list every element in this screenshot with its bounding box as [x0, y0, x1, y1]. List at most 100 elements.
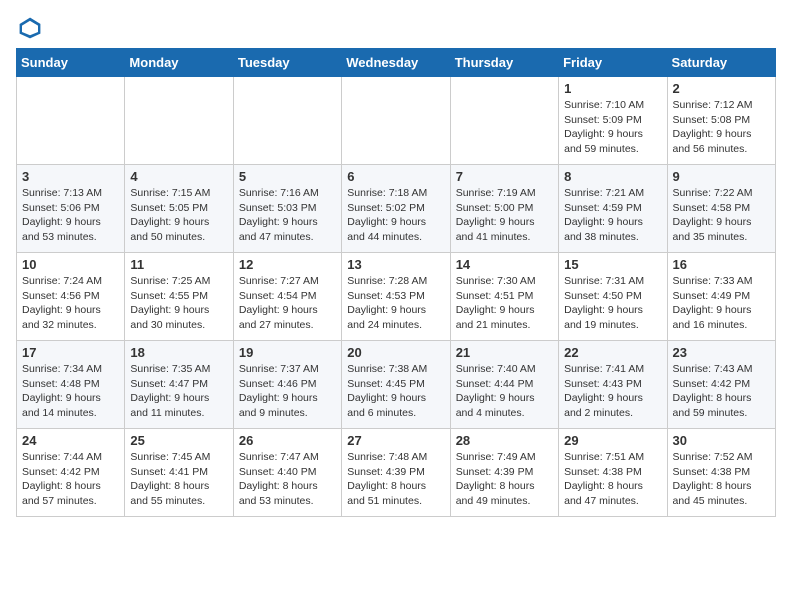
calendar-cell: 28Sunrise: 7:49 AM Sunset: 4:39 PM Dayli… [450, 429, 558, 517]
calendar-week-row: 1 Sunrise: 7:10 AM Sunset: 5:09 PM Daylig… [17, 77, 776, 165]
day-number: 10 [22, 257, 119, 272]
day-number: 25 [130, 433, 227, 448]
calendar-cell: 16 Sunrise: 7:33 AM Sunset: 4:49 PM Dayli… [667, 253, 775, 341]
day-info: Sunrise: 7:30 AM Sunset: 4:51 PM Dayligh… [456, 274, 553, 333]
calendar-week-row: 17 Sunrise: 7:34 AM Sunset: 4:48 PM Dayli… [17, 341, 776, 429]
day-info: Sunrise: 7:44 AM Sunset: 4:42 PM Dayligh… [22, 450, 119, 509]
calendar-cell: 4 Sunrise: 7:15 AM Sunset: 5:05 PM Daylig… [125, 165, 233, 253]
day-number: 26 [239, 433, 336, 448]
day-info: Sunrise: 7:33 AM Sunset: 4:49 PM Dayligh… [673, 274, 770, 333]
day-info: Sunrise: 7:12 AM Sunset: 5:08 PM Dayligh… [673, 98, 770, 157]
calendar-cell: 7Sunrise: 7:19 AM Sunset: 5:00 PM Daylig… [450, 165, 558, 253]
day-info: Sunrise: 7:52 AM Sunset: 4:38 PM Dayligh… [673, 450, 770, 509]
day-number: 23 [673, 345, 770, 360]
calendar-cell: 14 Sunrise: 7:30 AM Sunset: 4:51 PM Dayli… [450, 253, 558, 341]
day-number: 8 [564, 169, 661, 184]
calendar-week-row: 24 Sunrise: 7:44 AM Sunset: 4:42 PM Dayli… [17, 429, 776, 517]
calendar-cell [125, 77, 233, 165]
calendar-cell: 23 Sunrise: 7:43 AM Sunset: 4:42 PM Dayli… [667, 341, 775, 429]
calendar-week-row: 10 Sunrise: 7:24 AM Sunset: 4:56 PM Dayli… [17, 253, 776, 341]
calendar-cell: 21 Sunrise: 7:40 AM Sunset: 4:44 PM Dayli… [450, 341, 558, 429]
day-number: 2 [673, 81, 770, 96]
weekday-header-friday: Friday [559, 49, 667, 77]
calendar-cell: 30 Sunrise: 7:52 AM Sunset: 4:38 PM Dayli… [667, 429, 775, 517]
day-number: 22 [564, 345, 661, 360]
calendar-cell: 17 Sunrise: 7:34 AM Sunset: 4:48 PM Dayli… [17, 341, 125, 429]
calendar-cell [450, 77, 558, 165]
day-number: 30 [673, 433, 770, 448]
calendar-cell: 2 Sunrise: 7:12 AM Sunset: 5:08 PM Daylig… [667, 77, 775, 165]
day-info: Sunrise: 7:19 AM Sunset: 5:00 PM Dayligh… [456, 186, 553, 245]
calendar-cell [342, 77, 450, 165]
calendar-cell: 1 Sunrise: 7:10 AM Sunset: 5:09 PM Daylig… [559, 77, 667, 165]
day-number: 29 [564, 433, 661, 448]
day-info: Sunrise: 7:16 AM Sunset: 5:03 PM Dayligh… [239, 186, 336, 245]
day-info: Sunrise: 7:10 AM Sunset: 5:09 PM Dayligh… [564, 98, 661, 157]
day-number: 20 [347, 345, 444, 360]
weekday-header-saturday: Saturday [667, 49, 775, 77]
calendar-cell: 3Sunrise: 7:13 AM Sunset: 5:06 PM Daylig… [17, 165, 125, 253]
calendar-cell: 19 Sunrise: 7:37 AM Sunset: 4:46 PM Dayli… [233, 341, 341, 429]
day-number: 13 [347, 257, 444, 272]
weekday-header-thursday: Thursday [450, 49, 558, 77]
day-number: 21 [456, 345, 553, 360]
calendar-cell: 22 Sunrise: 7:41 AM Sunset: 4:43 PM Dayli… [559, 341, 667, 429]
calendar-cell: 10 Sunrise: 7:24 AM Sunset: 4:56 PM Dayli… [17, 253, 125, 341]
day-number: 24 [22, 433, 119, 448]
weekday-header-wednesday: Wednesday [342, 49, 450, 77]
calendar-cell: 27 Sunrise: 7:48 AM Sunset: 4:39 PM Dayli… [342, 429, 450, 517]
calendar-cell: 15 Sunrise: 7:31 AM Sunset: 4:50 PM Dayli… [559, 253, 667, 341]
day-info: Sunrise: 7:25 AM Sunset: 4:55 PM Dayligh… [130, 274, 227, 333]
day-number: 28 [456, 433, 553, 448]
day-info: Sunrise: 7:21 AM Sunset: 4:59 PM Dayligh… [564, 186, 661, 245]
calendar-week-row: 3Sunrise: 7:13 AM Sunset: 5:06 PM Daylig… [17, 165, 776, 253]
weekday-header-sunday: Sunday [17, 49, 125, 77]
day-info: Sunrise: 7:31 AM Sunset: 4:50 PM Dayligh… [564, 274, 661, 333]
calendar-table: SundayMondayTuesdayWednesdayThursdayFrid… [16, 48, 776, 517]
calendar-cell: 6 Sunrise: 7:18 AM Sunset: 5:02 PM Daylig… [342, 165, 450, 253]
day-info: Sunrise: 7:47 AM Sunset: 4:40 PM Dayligh… [239, 450, 336, 509]
day-number: 19 [239, 345, 336, 360]
day-number: 16 [673, 257, 770, 272]
calendar-cell: 5Sunrise: 7:16 AM Sunset: 5:03 PM Daylig… [233, 165, 341, 253]
day-info: Sunrise: 7:41 AM Sunset: 4:43 PM Dayligh… [564, 362, 661, 421]
day-number: 6 [347, 169, 444, 184]
day-number: 3 [22, 169, 119, 184]
day-number: 9 [673, 169, 770, 184]
day-info: Sunrise: 7:38 AM Sunset: 4:45 PM Dayligh… [347, 362, 444, 421]
day-info: Sunrise: 7:15 AM Sunset: 5:05 PM Dayligh… [130, 186, 227, 245]
day-number: 14 [456, 257, 553, 272]
logo [16, 16, 46, 40]
day-number: 27 [347, 433, 444, 448]
day-number: 4 [130, 169, 227, 184]
day-info: Sunrise: 7:24 AM Sunset: 4:56 PM Dayligh… [22, 274, 119, 333]
logo-icon [18, 16, 42, 40]
day-number: 15 [564, 257, 661, 272]
day-number: 12 [239, 257, 336, 272]
day-number: 11 [130, 257, 227, 272]
day-number: 1 [564, 81, 661, 96]
day-info: Sunrise: 7:48 AM Sunset: 4:39 PM Dayligh… [347, 450, 444, 509]
day-info: Sunrise: 7:51 AM Sunset: 4:38 PM Dayligh… [564, 450, 661, 509]
calendar-cell [233, 77, 341, 165]
page-header [16, 16, 776, 40]
day-info: Sunrise: 7:27 AM Sunset: 4:54 PM Dayligh… [239, 274, 336, 333]
calendar-cell: 18Sunrise: 7:35 AM Sunset: 4:47 PM Dayli… [125, 341, 233, 429]
calendar-cell: 25 Sunrise: 7:45 AM Sunset: 4:41 PM Dayli… [125, 429, 233, 517]
calendar-cell: 12 Sunrise: 7:27 AM Sunset: 4:54 PM Dayli… [233, 253, 341, 341]
day-info: Sunrise: 7:28 AM Sunset: 4:53 PM Dayligh… [347, 274, 444, 333]
calendar-cell: 11 Sunrise: 7:25 AM Sunset: 4:55 PM Dayli… [125, 253, 233, 341]
day-info: Sunrise: 7:22 AM Sunset: 4:58 PM Dayligh… [673, 186, 770, 245]
calendar-cell: 13 Sunrise: 7:28 AM Sunset: 4:53 PM Dayli… [342, 253, 450, 341]
day-info: Sunrise: 7:18 AM Sunset: 5:02 PM Dayligh… [347, 186, 444, 245]
day-info: Sunrise: 7:40 AM Sunset: 4:44 PM Dayligh… [456, 362, 553, 421]
day-number: 17 [22, 345, 119, 360]
weekday-header-tuesday: Tuesday [233, 49, 341, 77]
calendar-cell: 24 Sunrise: 7:44 AM Sunset: 4:42 PM Dayli… [17, 429, 125, 517]
day-info: Sunrise: 7:34 AM Sunset: 4:48 PM Dayligh… [22, 362, 119, 421]
day-info: Sunrise: 7:43 AM Sunset: 4:42 PM Dayligh… [673, 362, 770, 421]
calendar-cell: 9 Sunrise: 7:22 AM Sunset: 4:58 PM Daylig… [667, 165, 775, 253]
day-info: Sunrise: 7:37 AM Sunset: 4:46 PM Dayligh… [239, 362, 336, 421]
calendar-cell [17, 77, 125, 165]
day-info: Sunrise: 7:45 AM Sunset: 4:41 PM Dayligh… [130, 450, 227, 509]
